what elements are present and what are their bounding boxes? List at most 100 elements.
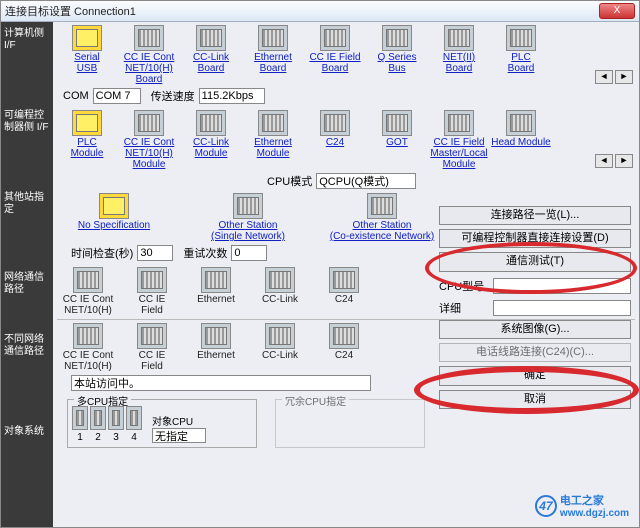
- device-item[interactable]: CC IE Field: [121, 267, 183, 316]
- device-label: PLC Module: [71, 137, 104, 159]
- device-item[interactable]: CC IE Field: [121, 323, 183, 372]
- plc-if-row: PLC Module CC IE Cont NET/10(H) Module CC-…: [57, 110, 635, 170]
- device-label: Serial USB: [74, 52, 100, 74]
- device-item[interactable]: Serial USB: [57, 25, 117, 74]
- device-item[interactable]: PLC Board: [491, 25, 551, 74]
- device-label: CC-Link Board: [193, 52, 229, 74]
- device-label: CC-Link: [262, 350, 298, 361]
- device-icon: [137, 267, 167, 293]
- device-label: CC IE Cont NET/10(H): [63, 350, 114, 372]
- device-icon: [367, 193, 397, 219]
- cpu-slot-icon[interactable]: [108, 406, 124, 430]
- cancel-button[interactable]: 取消: [439, 390, 631, 409]
- device-icon: [258, 110, 288, 136]
- device-item[interactable]: No Specification: [59, 193, 169, 231]
- device-item[interactable]: PLC Module: [57, 110, 117, 159]
- device-label: CC-Link Module: [193, 137, 229, 159]
- pc-if-row: Serial USB CC IE Cont NET/10(H) Board CC-L…: [57, 25, 635, 85]
- device-item[interactable]: Q Series Bus: [367, 25, 427, 74]
- device-label: Head Module: [491, 137, 550, 148]
- comm-test-button[interactable]: 通信测试(T): [439, 252, 631, 272]
- device-label: CC IE Cont NET/10(H) Module: [124, 137, 175, 170]
- device-icon: [201, 267, 231, 293]
- device-label: PLC Board: [508, 52, 535, 74]
- scroll-right-button-2[interactable]: ►: [615, 154, 633, 168]
- baud-input[interactable]: [199, 88, 265, 104]
- device-label: C24: [335, 294, 353, 305]
- device-label: CC IE Field: [139, 350, 166, 372]
- device-item[interactable]: Ethernet: [185, 267, 247, 305]
- cpu-slot-num: 2: [95, 432, 101, 443]
- window: 连接目标设置 Connection1 X 计算机侧I/F 可编程控制器侧 I/F…: [0, 0, 640, 528]
- device-item[interactable]: Other Station (Co-existence Network): [327, 193, 437, 242]
- side-plc-if: 可编程控制器侧 I/F: [1, 104, 53, 186]
- retry-input[interactable]: [231, 245, 267, 261]
- route-list-button[interactable]: 连接路径一览(L)...: [439, 206, 631, 225]
- watermark: 47 电工之家 www.dgzj.com: [535, 492, 629, 519]
- cpu-type-field: [493, 278, 631, 294]
- side-net-route: 网络通信路径: [1, 266, 53, 328]
- time-check-label: 时间检查(秒): [71, 245, 133, 261]
- device-item[interactable]: CC IE Cont NET/10(H) Board: [119, 25, 179, 85]
- target-cpu-input[interactable]: [152, 428, 206, 443]
- device-label: CC IE Field Board: [309, 52, 360, 74]
- device-item[interactable]: CC-Link: [249, 267, 311, 305]
- device-icon: [506, 110, 536, 136]
- cpu-slot-icon[interactable]: [72, 406, 88, 430]
- device-item[interactable]: CC-Link: [249, 323, 311, 361]
- target-cpu-label: 对象CPU: [152, 413, 206, 428]
- device-icon: [265, 323, 295, 349]
- device-item[interactable]: Head Module: [491, 110, 551, 148]
- telephone-button[interactable]: 电话线路连接(C24)(C)...: [439, 343, 631, 362]
- device-item[interactable]: Ethernet Module: [243, 110, 303, 159]
- device-item[interactable]: Ethernet: [185, 323, 247, 361]
- device-label: GOT: [386, 137, 408, 148]
- cpu-slot-icon[interactable]: [90, 406, 106, 430]
- redundant-cpu-group: 冗余CPU指定: [275, 399, 425, 448]
- close-button[interactable]: X: [599, 3, 635, 19]
- cpu-mode-label: CPU模式: [267, 173, 312, 189]
- device-label: Ethernet: [197, 294, 235, 305]
- device-item[interactable]: CC IE Field Master/Local Module: [429, 110, 489, 170]
- device-item[interactable]: CC-Link Board: [181, 25, 241, 74]
- cpu-slot-icon[interactable]: [126, 406, 142, 430]
- device-item[interactable]: CC IE Cont NET/10(H): [57, 323, 119, 372]
- device-item[interactable]: GOT: [367, 110, 427, 148]
- ok-button[interactable]: 确定: [439, 366, 631, 386]
- device-label: C24: [335, 350, 353, 361]
- device-item[interactable]: CC IE Cont NET/10(H) Module: [119, 110, 179, 170]
- watermark-logo: 47: [535, 495, 557, 517]
- device-icon: [137, 323, 167, 349]
- watermark-site: 电工之家: [560, 492, 629, 508]
- device-label: Q Series Bus: [378, 52, 417, 74]
- device-icon: [329, 323, 359, 349]
- device-item[interactable]: CC IE Cont NET/10(H): [57, 267, 119, 316]
- device-item[interactable]: C24: [313, 267, 375, 305]
- device-item[interactable]: C24: [313, 323, 375, 361]
- device-icon: [72, 110, 102, 136]
- device-item[interactable]: NET(II) Board: [429, 25, 489, 74]
- direct-conn-button[interactable]: 可编程控制器直接连接设置(D): [439, 229, 631, 248]
- device-item[interactable]: Ethernet Board: [243, 25, 303, 74]
- com-port-input[interactable]: [93, 88, 141, 104]
- scroll-left-button[interactable]: ◄: [595, 70, 613, 84]
- scroll-right-button[interactable]: ►: [615, 70, 633, 84]
- device-item[interactable]: Other Station (Single Network): [193, 193, 303, 242]
- time-check-input[interactable]: [137, 245, 173, 261]
- device-icon: [258, 25, 288, 51]
- device-icon: [444, 110, 474, 136]
- detail-field: [493, 300, 631, 316]
- device-item[interactable]: CC IE Field Board: [305, 25, 365, 74]
- watermark-url: www.dgzj.com: [560, 508, 629, 519]
- right-button-col: 连接路径一览(L)... 可编程控制器直接连接设置(D) 通信测试(T) CPU…: [439, 206, 631, 409]
- device-icon: [265, 267, 295, 293]
- system-image-button[interactable]: 系统图像(G)...: [439, 320, 631, 339]
- device-item[interactable]: CC-Link Module: [181, 110, 241, 159]
- device-item[interactable]: C24: [305, 110, 365, 148]
- device-icon: [444, 25, 474, 51]
- device-label: CC IE Field Master/Local Module: [430, 137, 487, 170]
- cpu-mode-input[interactable]: [316, 173, 416, 189]
- baud-label: 传送速度: [151, 88, 195, 104]
- main-panel: Serial USB CC IE Cont NET/10(H) Board CC-L…: [53, 22, 639, 527]
- scroll-left-button-2[interactable]: ◄: [595, 154, 613, 168]
